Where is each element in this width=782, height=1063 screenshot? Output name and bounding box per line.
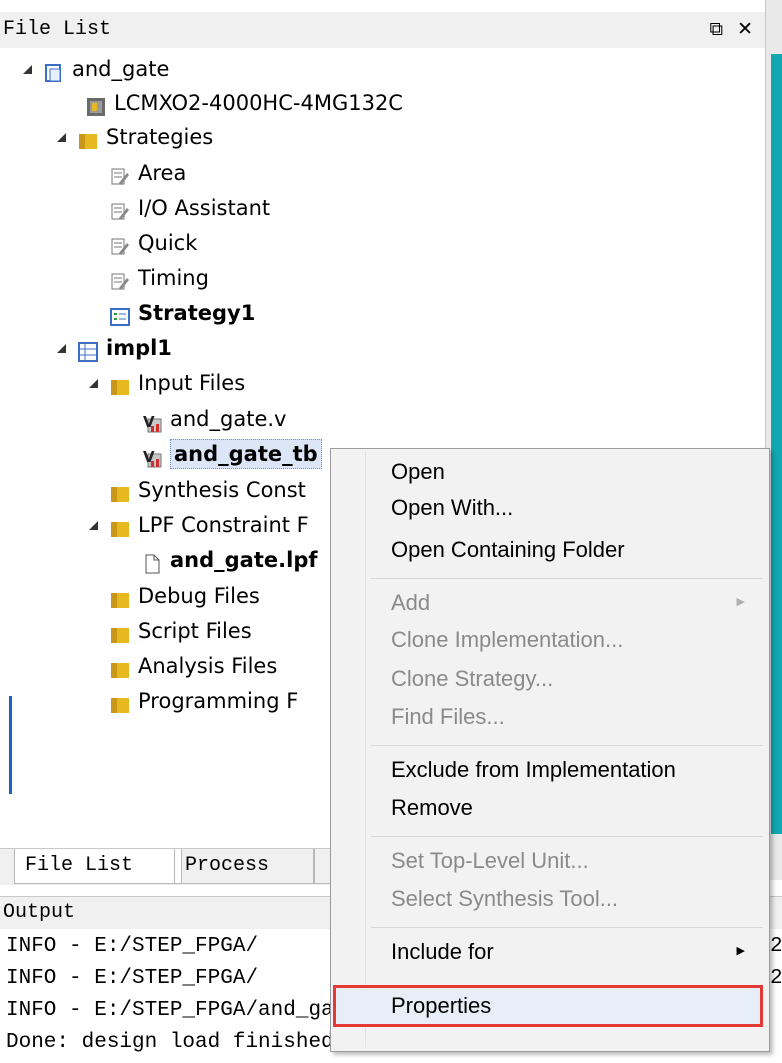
folder-icon [110,480,130,502]
expand-arrow-icon[interactable] [54,130,68,144]
focus-marker [9,696,12,794]
menu-item-find-files[interactable]: Find Files... [391,700,505,734]
output-line-fragment: 2 [770,935,782,958]
strategy-icon [110,198,130,220]
menu-item-set-top-level-unit[interactable]: Set Top-Level Unit... [391,844,589,878]
panel-title: File List [3,18,112,41]
expand-arrow-icon[interactable] [86,376,100,390]
menu-item-add[interactable]: Add [391,586,430,620]
tree-item-lpf-constraints[interactable]: LPF Constraint F [86,508,309,542]
tab-process[interactable]: Process [174,849,314,884]
implementation-icon [78,338,98,362]
folder-icon [110,621,130,643]
project-icon [44,59,64,82]
expand-arrow-icon[interactable] [54,341,68,355]
verilog-file-icon: V [142,409,162,433]
menu-separator [371,836,763,837]
menu-icon-gutter [365,451,366,1047]
menu-item-select-synthesis-tool[interactable]: Select Synthesis Tool... [391,882,618,916]
menu-item-remove[interactable]: Remove [391,791,473,825]
menu-item-open[interactable]: Open [391,455,445,489]
tree-item-active-strategy[interactable]: Strategy1 [110,296,255,330]
device-label: LCMXO2-4000HC-4MG132C [114,91,403,115]
tree-item-programming-files[interactable]: Programming F [110,684,298,718]
file-label: and_gate.v [170,407,287,431]
menu-separator [371,927,763,928]
tree-item-strategy-quick[interactable]: Quick [110,226,197,260]
tree-item-device[interactable]: LCMXO2-4000HC-4MG132C [86,86,403,120]
file-list-panel-header: File List ⧉ ✕ [0,12,765,49]
strategy-label: Timing [138,266,209,290]
folder-icon [110,373,130,395]
folder-icon [110,586,130,608]
tab-file-list[interactable]: File List [14,849,182,884]
tree-item-strategy-io-assistant[interactable]: I/O Assistant [110,191,270,225]
context-menu: Open Open With... Open Containing Folder… [330,448,770,1052]
menu-item-open-with[interactable]: Open With... [391,491,513,525]
analysis-label: Analysis Files [138,654,278,678]
tree-item-strategy-timing[interactable]: Timing [110,261,209,295]
strategy-label: Area [138,161,187,185]
menu-item-clone-implementation[interactable]: Clone Implementation... [391,623,623,657]
programming-label: Programming F [138,689,299,713]
tree-item-input-files[interactable]: Input Files [86,366,245,400]
input-files-label: Input Files [138,371,246,395]
output-line: INFO - E:/STEP_FPGA/ [6,967,259,990]
active-strategy-icon [110,303,130,326]
file-label: and_gate.lpf [170,548,318,572]
impl-label: impl1 [106,336,172,360]
menu-item-open-containing-folder[interactable]: Open Containing Folder [391,533,625,567]
output-line-fragment: 2 [770,967,782,990]
output-title: Output [3,901,76,924]
active-strategy-label: Strategy1 [138,301,256,325]
expand-arrow-icon[interactable] [20,62,34,76]
script-label: Script Files [138,619,252,643]
strategy-icon [110,233,130,255]
submenu-arrow-icon: ▶ [736,944,745,957]
submenu-arrow-icon: ▶ [736,595,745,608]
tree-item-debug-files[interactable]: Debug Files [110,579,260,613]
strategy-label: Quick [138,231,198,255]
strategies-label: Strategies [106,125,214,149]
strategy-icon [110,268,130,290]
lpf-label: LPF Constraint F [138,513,309,537]
verilog-file-icon: V [142,444,162,468]
tree-item-file-and-gate-tb[interactable]: V and_gate_tb [142,437,322,471]
tree-item-synthesis-constraints[interactable]: Synthesis Const [110,473,306,507]
document-icon [142,550,162,574]
output-line: INFO - E:/STEP_FPGA/ [6,935,259,958]
synthesis-label: Synthesis Const [138,478,306,502]
folder-icon [110,691,130,713]
editor-accent-strip [771,54,782,834]
tree-item-impl[interactable]: impl1 [54,331,172,365]
tree-item-strategy-area[interactable]: Area [110,156,186,190]
folder-icon [78,127,98,149]
tree-item-script-files[interactable]: Script Files [110,614,252,648]
device-chip-icon [86,93,106,116]
folder-icon [110,515,130,537]
menu-separator [371,745,763,746]
menu-item-properties[interactable]: Properties [391,989,491,1023]
menu-item-include-for[interactable]: Include for [391,935,494,969]
panel-window-buttons[interactable]: ⧉ ✕ [709,18,757,40]
tree-item-analysis-files[interactable]: Analysis Files [110,649,277,683]
menu-item-clone-strategy[interactable]: Clone Strategy... [391,662,553,696]
menu-separator [371,578,763,579]
folder-icon [110,656,130,678]
tree-item-file-and-gate-v[interactable]: V and_gate.v [142,402,286,436]
project-label: and_gate [72,57,170,81]
strategy-label: I/O Assistant [138,196,271,220]
expand-arrow-icon[interactable] [86,518,100,532]
selected-file-label: and_gate_tb [170,439,322,469]
tree-item-file-and-gate-lpf[interactable]: and_gate.lpf [142,543,317,577]
tree-item-strategies[interactable]: Strategies [54,120,213,154]
strategy-icon [110,163,130,185]
tree-item-project[interactable]: and_gate [20,52,169,86]
menu-item-exclude-from-implementation[interactable]: Exclude from Implementation [391,753,676,787]
debug-label: Debug Files [138,584,260,608]
